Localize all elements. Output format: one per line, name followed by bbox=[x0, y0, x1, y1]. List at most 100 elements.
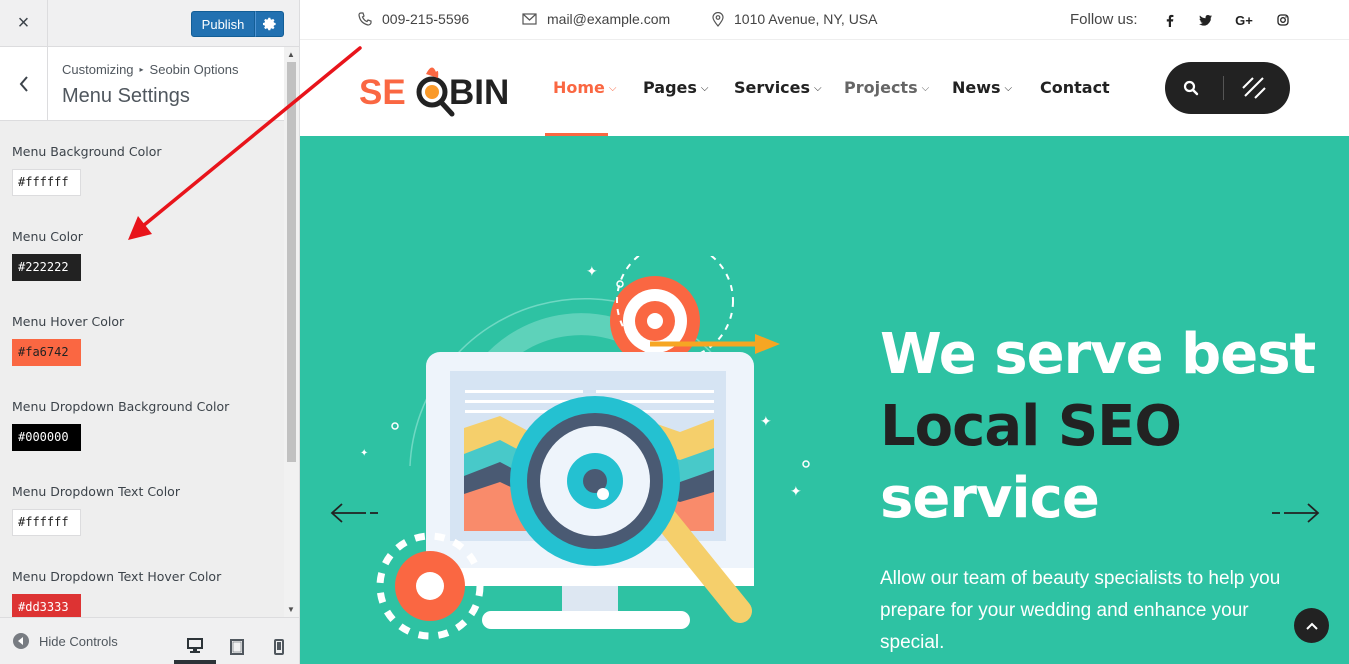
control-label: Menu Dropdown Background Color bbox=[12, 399, 230, 414]
svg-text:✦: ✦ bbox=[360, 448, 368, 459]
chevron-left-icon bbox=[19, 75, 28, 92]
color-swatch[interactable]: #fa6742 bbox=[12, 339, 81, 366]
hamburger-menu-icon[interactable] bbox=[1239, 74, 1269, 102]
breadcrumb-section: Seobin Options bbox=[149, 62, 239, 77]
chevron-down-icon: ⌵ bbox=[608, 83, 617, 94]
topbar-email: mail@example.com bbox=[522, 11, 670, 27]
nav-services[interactable]: Services ⌵ bbox=[734, 78, 822, 97]
search-button[interactable] bbox=[1179, 76, 1203, 100]
nav-label: News bbox=[952, 78, 1001, 97]
control-label: Menu Color bbox=[12, 229, 83, 244]
publish-settings-button[interactable] bbox=[255, 11, 284, 37]
nav-projects[interactable]: Projects ⌵ bbox=[844, 78, 929, 97]
hide-controls-button[interactable]: Hide Controls bbox=[13, 633, 118, 649]
nav-home[interactable]: Home ⌵ bbox=[553, 78, 617, 97]
scroll-down-icon[interactable]: ▼ bbox=[287, 605, 295, 614]
nav-news[interactable]: News ⌵ bbox=[952, 78, 1012, 97]
scroll-up-icon[interactable]: ▲ bbox=[287, 50, 295, 59]
facebook-icon[interactable] bbox=[1162, 12, 1178, 28]
close-customizer-button[interactable]: × bbox=[0, 0, 48, 47]
hero-heading-line-3: service bbox=[880, 466, 1100, 531]
search-icon bbox=[1183, 80, 1199, 96]
instagram-icon[interactable] bbox=[1275, 12, 1291, 28]
publish-button[interactable]: Publish bbox=[191, 11, 255, 37]
customizer-header: × Publish bbox=[0, 0, 299, 47]
hide-controls-label: Hide Controls bbox=[39, 633, 118, 649]
control-dropdown-bg-color: Menu Dropdown Background Color #000000 bbox=[12, 399, 229, 451]
svg-text:✦: ✦ bbox=[760, 413, 772, 429]
nav-label: Contact bbox=[1040, 78, 1110, 97]
control-dropdown-text-hover-color: Menu Dropdown Text Hover Color #dd3333 bbox=[12, 569, 221, 621]
color-swatch[interactable]: #ffffff bbox=[12, 509, 81, 536]
google-plus-icon[interactable]: G+ bbox=[1234, 12, 1254, 28]
nav-label: Projects bbox=[844, 78, 918, 97]
nav-label: Home bbox=[553, 78, 605, 97]
nav-pages[interactable]: Pages ⌵ bbox=[643, 78, 709, 97]
slider-prev-arrow-icon[interactable] bbox=[328, 499, 383, 527]
color-swatch[interactable]: #000000 bbox=[12, 424, 81, 451]
chevron-down-icon: ⌵ bbox=[700, 83, 709, 94]
chevron-down-icon: ⌵ bbox=[1004, 83, 1013, 94]
chevron-up-icon bbox=[1305, 622, 1318, 630]
breadcrumb-separator: ▸ bbox=[139, 65, 144, 74]
mobile-preview-button[interactable] bbox=[258, 630, 299, 664]
map-pin-icon bbox=[712, 11, 724, 27]
svg-text:✦: ✦ bbox=[790, 483, 802, 499]
control-label: Menu Hover Color bbox=[12, 314, 125, 329]
slider-next-arrow-icon[interactable] bbox=[1268, 499, 1323, 527]
site-topbar: 009-215-5596 mail@example.com 1010 Avenu… bbox=[300, 0, 1349, 40]
chevron-down-icon: ⌵ bbox=[921, 83, 930, 94]
follow-us-label: Follow us: bbox=[1070, 11, 1138, 28]
email-text: mail@example.com bbox=[547, 11, 671, 27]
mobile-icon bbox=[274, 639, 284, 655]
topbar-phone: 009-215-5596 bbox=[358, 11, 469, 27]
scrollbar[interactable]: ▲ ▼ bbox=[284, 47, 299, 617]
nav-contact[interactable]: Contact bbox=[1040, 78, 1110, 97]
site-navbar: SE BIN Home ⌵ Pages ⌵ Services ⌵ Projects ⌵ … bbox=[300, 40, 1349, 136]
tablet-preview-button[interactable] bbox=[216, 630, 258, 664]
control-menu-bg-color: Menu Background Color #ffffff bbox=[12, 144, 161, 196]
svg-text:BIN: BIN bbox=[449, 73, 509, 112]
nav-actions bbox=[1165, 62, 1290, 114]
desktop-preview-button[interactable] bbox=[174, 630, 216, 664]
control-label: Menu Dropdown Text Color bbox=[12, 484, 180, 499]
address-text: 1010 Avenue, NY, USA bbox=[734, 11, 878, 27]
phone-text: 009-215-5596 bbox=[382, 11, 470, 27]
chevron-down-icon: ⌵ bbox=[814, 83, 822, 94]
seobin-logo[interactable]: SE BIN bbox=[359, 62, 529, 122]
envelope-icon bbox=[522, 13, 537, 25]
customizer-footer: Hide Controls bbox=[0, 617, 299, 664]
divider bbox=[1223, 76, 1224, 100]
control-menu-hover-color: Menu Hover Color #fa6742 bbox=[12, 314, 124, 366]
control-label: Menu Background Color bbox=[12, 144, 162, 159]
tablet-icon bbox=[230, 639, 244, 655]
scroll-thumb[interactable] bbox=[287, 62, 296, 462]
twitter-icon[interactable] bbox=[1197, 12, 1213, 28]
svg-text:✦: ✦ bbox=[586, 263, 598, 279]
section-title: Menu Settings bbox=[62, 85, 190, 107]
back-to-top-button[interactable] bbox=[1294, 608, 1329, 643]
control-label: Menu Dropdown Text Hover Color bbox=[12, 569, 222, 584]
hero-slider: ✦ ✦ ✦ ✦ We serve best Local SEO service … bbox=[300, 136, 1349, 664]
gear-icon bbox=[262, 17, 276, 31]
color-swatch[interactable]: #ffffff bbox=[12, 169, 81, 196]
control-menu-color: Menu Color #222222 bbox=[12, 229, 83, 281]
breadcrumb: Customizing ▸ Seobin Options bbox=[62, 62, 238, 77]
site-preview: 009-215-5596 mail@example.com 1010 Avenu… bbox=[300, 0, 1349, 664]
seo-illustration: ✦ ✦ ✦ ✦ bbox=[360, 256, 810, 640]
color-swatch[interactable]: #222222 bbox=[12, 254, 81, 281]
hero-description: Allow our team of beauty specialists to … bbox=[880, 568, 1281, 653]
back-button[interactable] bbox=[0, 47, 48, 120]
nav-label: Services bbox=[734, 78, 811, 97]
collapse-icon bbox=[13, 633, 29, 649]
topbar-address: 1010 Avenue, NY, USA bbox=[712, 11, 877, 27]
hero-heading-line-1: We serve best bbox=[880, 322, 1316, 387]
section-header: Customizing ▸ Seobin Options Menu Settings bbox=[0, 47, 284, 121]
desktop-icon bbox=[187, 637, 203, 653]
breadcrumb-root: Customizing bbox=[62, 62, 134, 77]
control-dropdown-text-color: Menu Dropdown Text Color #ffffff bbox=[12, 484, 180, 536]
svg-text:SE: SE bbox=[359, 73, 406, 112]
nav-label: Pages bbox=[643, 78, 697, 97]
customizer-sidebar: × Publish Customizing ▸ Seobin Options Men… bbox=[0, 0, 300, 664]
phone-icon bbox=[358, 12, 372, 26]
